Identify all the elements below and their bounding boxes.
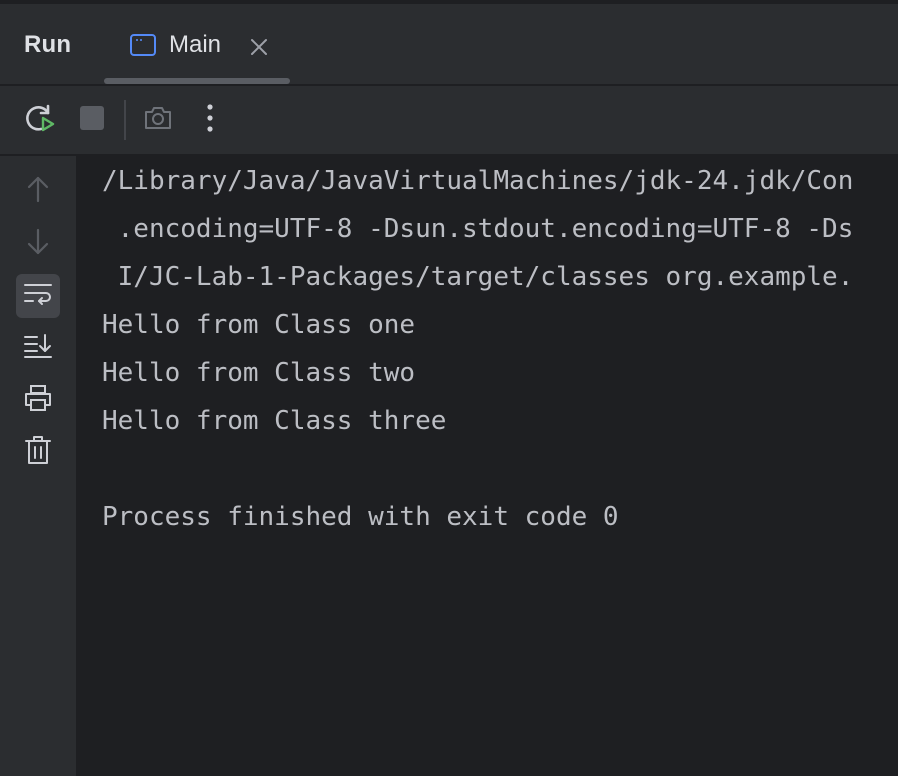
tab-main[interactable]: Main	[104, 4, 290, 84]
console-line: /Library/Java/JavaVirtualMachines/jdk-24…	[102, 166, 854, 196]
rerun-button[interactable]	[24, 104, 56, 136]
clear-button[interactable]	[16, 430, 60, 474]
arrow-up-icon	[25, 175, 51, 208]
stop-icon	[79, 105, 105, 136]
console-line: Hello from Class three	[102, 406, 447, 436]
tab-header: Run Main	[0, 4, 898, 84]
console-window-icon	[130, 34, 156, 56]
console-line: Process finished with exit code 0	[102, 502, 619, 532]
print-button[interactable]	[16, 378, 60, 422]
toolbar	[0, 86, 898, 154]
close-icon[interactable]	[248, 36, 270, 58]
trash-icon	[24, 435, 52, 470]
console-line: .encoding=UTF-8 -Dsun.stdout.encoding=UT…	[102, 214, 854, 244]
print-icon	[23, 384, 53, 417]
rerun-icon	[24, 102, 56, 139]
console-line: Hello from Class two	[102, 358, 416, 388]
up-button[interactable]	[16, 169, 60, 213]
tab-label: Main	[169, 31, 222, 58]
scroll-to-end-button[interactable]	[16, 326, 60, 370]
scroll-to-end-icon	[23, 333, 53, 364]
toolbar-separator	[124, 100, 126, 140]
camera-icon	[143, 104, 173, 137]
soft-wrap-button[interactable]	[16, 274, 60, 318]
console-line: I/JC-Lab-1-Packages/target/classes org.e…	[102, 262, 854, 292]
console-output[interactable]: /Library/Java/JavaVirtualMachines/jdk-24…	[76, 156, 898, 776]
screenshot-button[interactable]	[142, 104, 174, 136]
panel-title: Run	[24, 31, 72, 58]
arrow-down-icon	[25, 228, 51, 261]
more-button[interactable]	[194, 103, 226, 138]
down-button[interactable]	[16, 222, 60, 266]
more-vertical-icon	[205, 103, 215, 138]
soft-wrap-icon	[23, 281, 53, 312]
console-gutter	[0, 156, 76, 776]
console-line: Hello from Class one	[102, 310, 416, 340]
run-tool-window: Run Main /Library/Java/JavaVirtualMachin…	[0, 0, 898, 776]
stop-button[interactable]	[76, 104, 108, 136]
